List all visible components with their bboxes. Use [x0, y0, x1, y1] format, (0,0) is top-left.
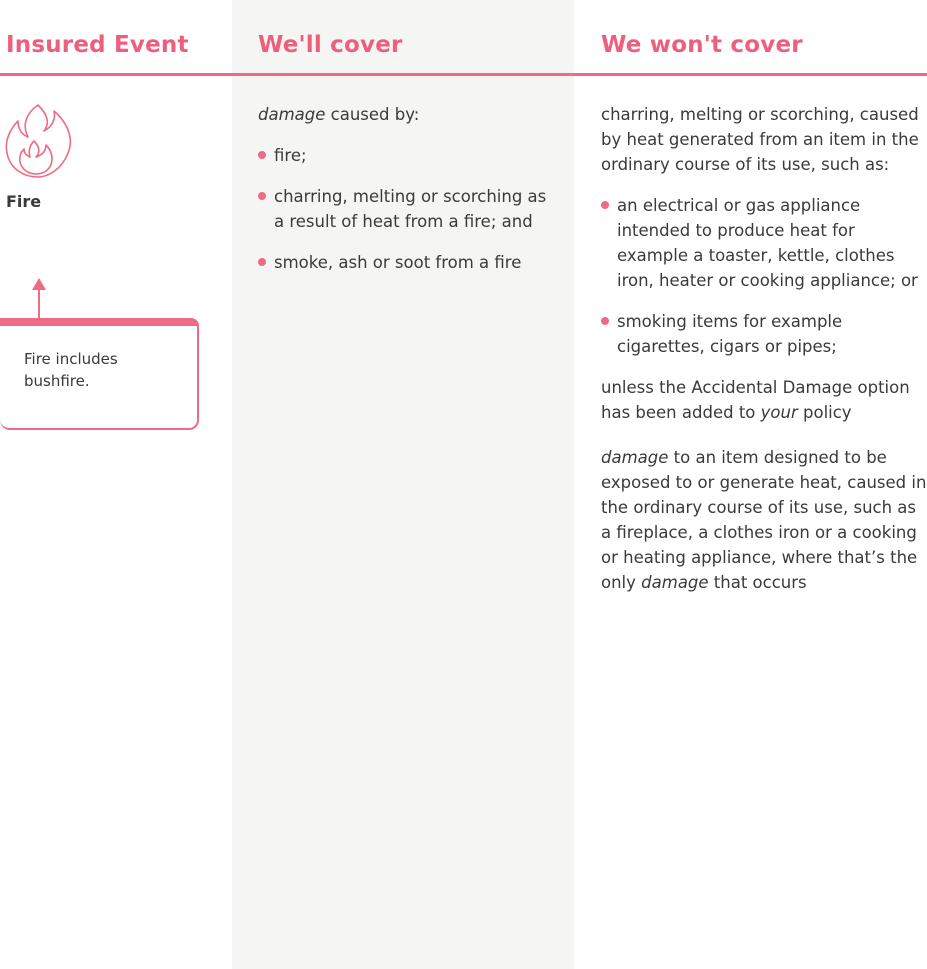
list-item-text: smoking items for example cigarettes, ci… [617, 312, 843, 356]
cover-column: damage caused by: fire; charring, meltin… [258, 102, 558, 291]
unless-clause: unless the Accidental Damage option has … [601, 375, 927, 425]
unless-text-end: policy [797, 403, 852, 422]
arrow-up-icon [32, 278, 46, 322]
note-callout: Fire includes bushfire. [0, 318, 199, 430]
header-insured-event: Insured Event [6, 32, 189, 58]
bullet-icon [258, 258, 266, 266]
cover-intro: damage caused by: [258, 102, 558, 127]
unless-text: unless the Accidental Damage option has … [601, 378, 910, 422]
not-cover-list: an electrical or gas appliance intended … [601, 193, 927, 359]
damage-term: damage [601, 448, 669, 467]
unless-term: your [760, 403, 798, 422]
bullet-icon [601, 317, 609, 325]
heat-item-text-end: that occurs [708, 573, 807, 592]
list-item-text: charring, melting or scorching as a resu… [274, 187, 547, 231]
list-item-text: smoke, ash or soot from a fire [274, 253, 522, 272]
header-we-wont-cover: We won't cover [601, 32, 803, 58]
cover-intro-term: damage [258, 105, 326, 124]
bullet-icon [258, 192, 266, 200]
list-item: fire; [258, 143, 558, 168]
heat-item-text: to an item designed to be exposed to or … [601, 448, 927, 592]
list-item-text: an electrical or gas appliance intended … [617, 196, 918, 290]
damage-term: damage [641, 573, 709, 592]
table-header: Insured Event We'll cover We won't cover [0, 0, 927, 76]
bullet-icon [258, 151, 266, 159]
list-item-text: fire; [274, 146, 307, 165]
fire-icon [5, 104, 72, 178]
cover-list: fire; charring, melting or scorching as … [258, 143, 558, 275]
list-item: smoke, ash or soot from a fire [258, 250, 558, 275]
event-title: Fire [6, 192, 42, 211]
not-cover-column: charring, melting or scorching, caused b… [601, 102, 927, 595]
not-cover-intro: charring, melting or scorching, caused b… [601, 105, 919, 174]
header-we-cover: We'll cover [258, 32, 403, 58]
list-item: charring, melting or scorching as a resu… [258, 184, 558, 234]
note-text: Fire includes bushfire. [24, 350, 118, 390]
cover-intro-rest: caused by: [325, 105, 420, 124]
list-item: an electrical or gas appliance intended … [601, 193, 927, 293]
heat-item-clause: damage to an item designed to be exposed… [601, 445, 927, 595]
bullet-icon [601, 201, 609, 209]
list-item: smoking items for example cigarettes, ci… [601, 309, 927, 359]
